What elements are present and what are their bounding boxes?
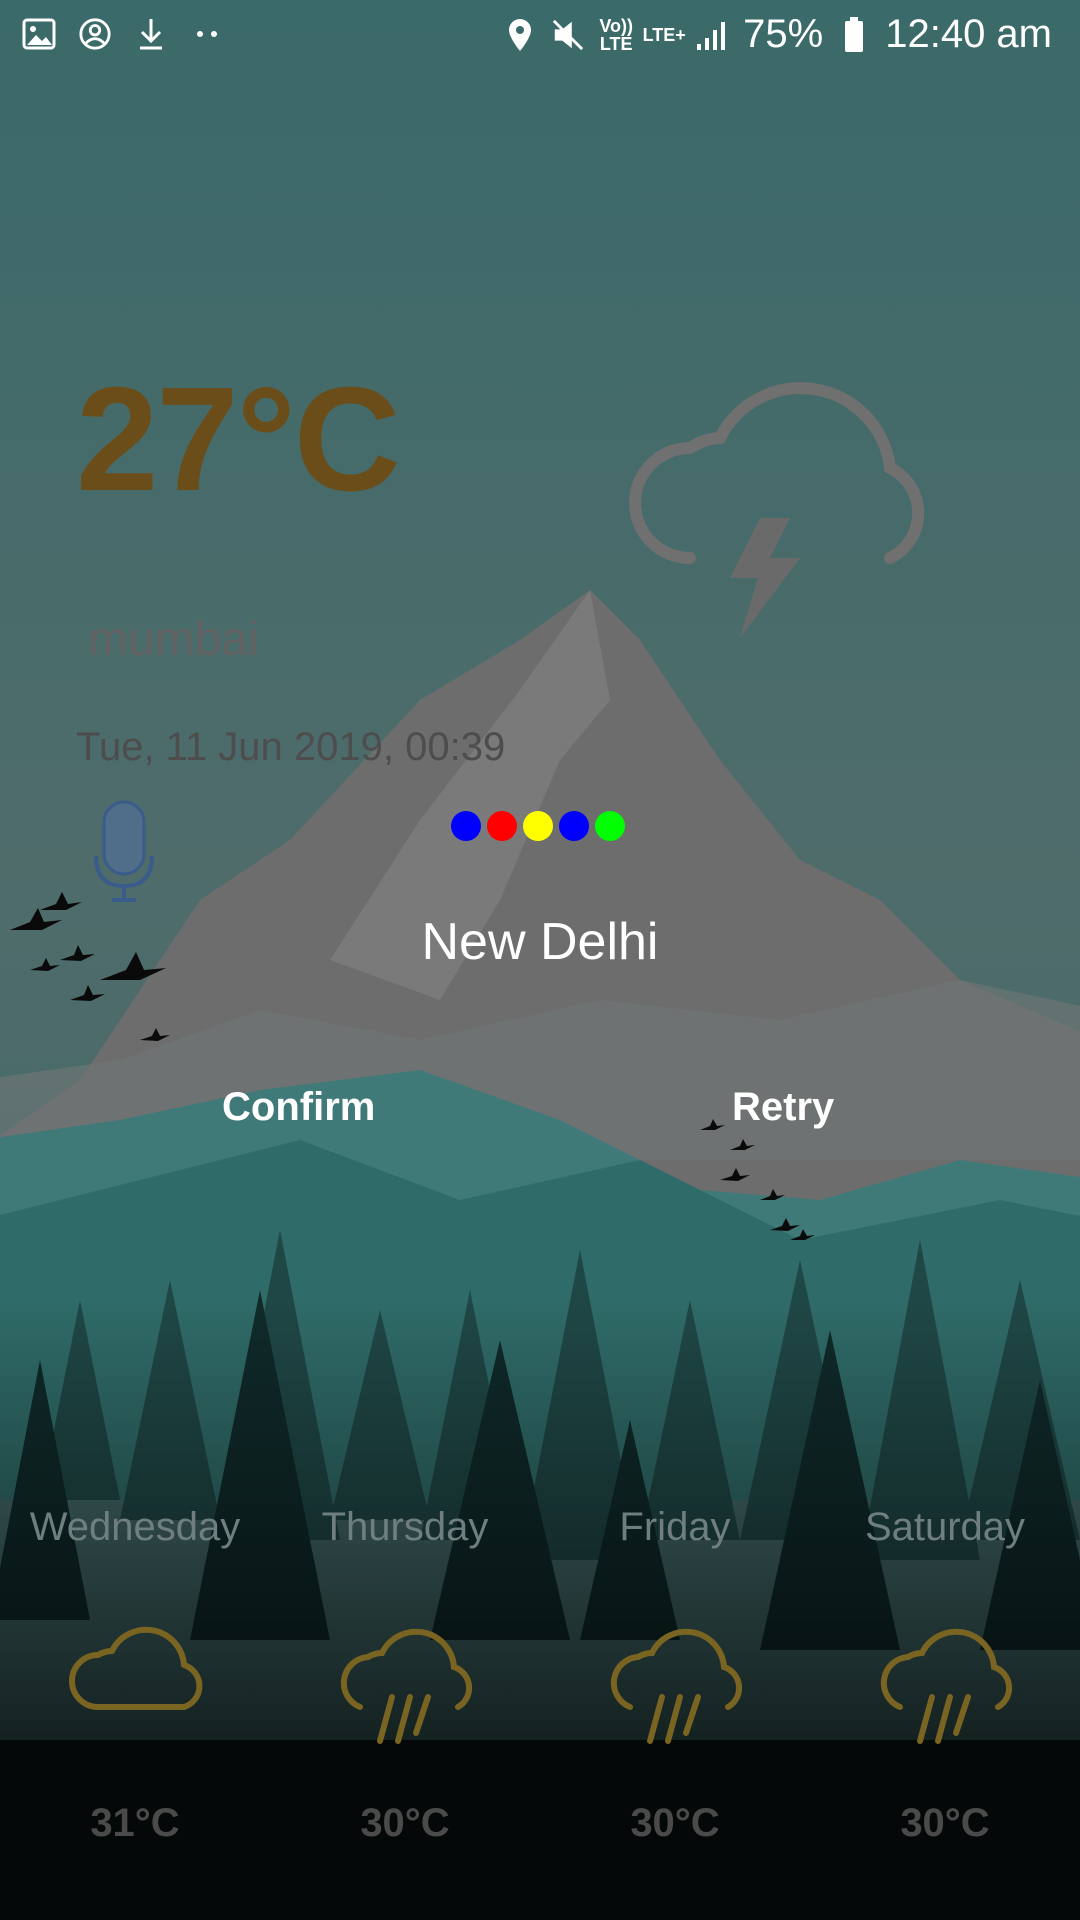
retry-button[interactable]: Retry	[732, 1085, 834, 1130]
rain-cloud-icon	[270, 1617, 540, 1757]
forecast-temp: 30°C	[360, 1801, 450, 1845]
thunderstorm-cloud-icon	[629, 382, 925, 638]
account-circle-icon	[78, 14, 112, 54]
status-bar: Vo)) LTE LTE+ 75% 12:40 am	[0, 0, 1080, 72]
forecast-day-thursday: Thursday 30°C	[270, 1505, 540, 1846]
forecast-temp: 31°C	[90, 1801, 180, 1845]
listening-dot	[451, 811, 481, 841]
battery-icon	[837, 15, 871, 55]
confirm-button[interactable]: Confirm	[222, 1085, 375, 1130]
status-time: 12:40 am	[885, 12, 1052, 56]
more-dots-icon	[190, 14, 224, 54]
location-pin-icon	[503, 15, 537, 55]
current-city: mumbai	[88, 613, 259, 666]
forecast-day-label: Thursday	[321, 1505, 489, 1549]
image-icon	[22, 14, 56, 54]
current-temperature: 27°C	[76, 357, 401, 522]
forecast-row: Wednesday 31°C Thursday 30°C Friday 30°C…	[0, 1505, 1080, 1905]
download-icon	[134, 14, 168, 54]
forecast-day-friday: Friday 30°C	[540, 1505, 810, 1846]
status-bar-left	[22, 14, 224, 54]
forecast-day-saturday: Saturday 30°C	[810, 1505, 1080, 1846]
listening-dot	[523, 811, 553, 841]
current-datetime: Tue, 11 Jun 2019, 00:39	[76, 725, 506, 769]
forecast-day-label: Wednesday	[29, 1505, 241, 1549]
listening-dot	[559, 811, 589, 841]
signal-icon	[695, 15, 729, 55]
rain-cloud-icon	[810, 1617, 1080, 1757]
listening-dot	[487, 811, 517, 841]
mute-icon	[551, 15, 585, 55]
listening-indicator	[451, 811, 625, 841]
rain-cloud-icon	[540, 1617, 810, 1757]
status-bar-right: Vo)) LTE LTE+ 75% 12:40 am	[503, 12, 1052, 57]
lte-plus-icon: LTE+	[642, 24, 686, 45]
forecast-day-label: Friday	[619, 1505, 731, 1549]
cloud-icon	[0, 1617, 270, 1757]
microphone-icon[interactable]	[92, 800, 156, 904]
listening-dot	[595, 811, 625, 841]
battery-percent: 75%	[743, 12, 824, 56]
forecast-day-wednesday: Wednesday 31°C	[0, 1505, 270, 1846]
recognized-city-text: New Delhi	[421, 913, 659, 971]
forecast-day-label: Saturday	[864, 1505, 1026, 1549]
forecast-temp: 30°C	[900, 1801, 990, 1845]
forecast-temp: 30°C	[630, 1801, 720, 1845]
volte-icon: Vo)) LTE	[599, 15, 633, 54]
